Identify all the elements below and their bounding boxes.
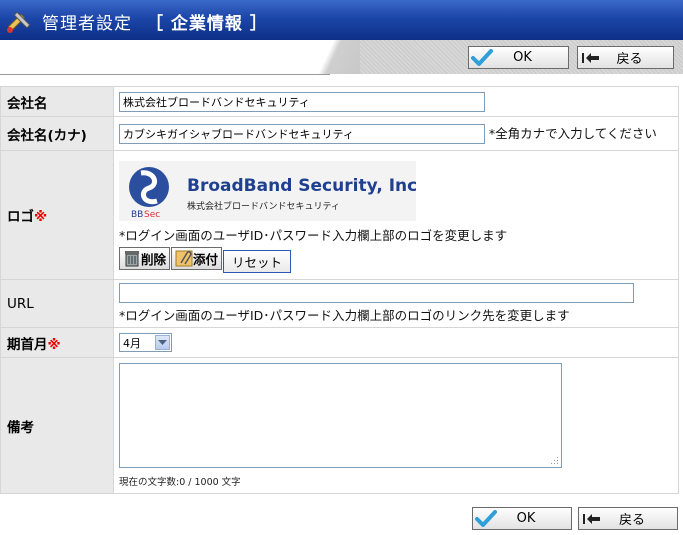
footer-back-button[interactable]: 戻る <box>578 507 678 530</box>
row-company-kana: 会社名(カナ) *全角カナで入力してください <box>0 116 679 151</box>
back-button[interactable]: 戻る <box>577 46 674 69</box>
svg-text:Sec: Sec <box>144 210 160 220</box>
url-input[interactable] <box>119 283 634 303</box>
remarks-label: 備考 <box>0 357 114 494</box>
fiscal-month-label: 期首月 <box>7 336 48 353</box>
logo-short-text: BB <box>131 210 143 220</box>
toolbar-divider <box>300 40 360 74</box>
toolbar: OK 戻る <box>0 40 683 75</box>
toolbar-tab <box>0 40 330 75</box>
company-kana-label: 会社名(カナ) <box>0 116 114 151</box>
url-label: URL <box>0 279 114 328</box>
logo-reset-button[interactable]: リセット <box>223 250 292 274</box>
logo-label: ロゴ <box>7 209 34 225</box>
title-bar: 管理者設定 ［ 企業情報 ］ <box>0 0 683 40</box>
ok-button[interactable]: OK <box>468 46 569 69</box>
tools-icon <box>7 12 30 33</box>
logo-brand-text: BroadBand Security, Inc. <box>187 176 416 196</box>
row-logo: ロゴ※ BB Sec BroadBand Security, Inc. 株式会社… <box>0 150 679 280</box>
resize-grip-icon[interactable] <box>550 456 559 465</box>
check-icon <box>473 508 499 529</box>
footer-ok-button[interactable]: OK <box>472 507 572 530</box>
row-url: URL *ログイン画面のユーザID･パスワード入力欄上部のロゴのリンク先を変更し… <box>0 279 679 328</box>
page-title: 管理者設定 <box>42 14 132 34</box>
check-icon <box>469 47 495 68</box>
logo-attach-button[interactable]: 添付 <box>171 246 223 270</box>
remarks-textarea[interactable] <box>119 363 562 468</box>
required-mark-month: ※ <box>47 336 61 353</box>
logo-note: *ログイン画面のユーザID･パスワード入力欄上部のロゴを変更します <box>119 227 508 243</box>
section-title: ［ 企業情報 ］ <box>146 14 268 34</box>
char-counter: 現在の文字数:0 / 1000 文字 <box>119 477 241 488</box>
required-mark: ※ <box>34 209 48 225</box>
url-note: *ログイン画面のユーザID･パスワード入力欄上部のロゴのリンク先を変更します <box>119 308 570 323</box>
chevron-down-icon <box>155 335 170 350</box>
trash-icon <box>125 251 139 267</box>
back-arrow-icon <box>579 508 605 529</box>
row-remarks: 備考 現在の文字数:0 / 1000 文字 <box>0 357 679 494</box>
row-company-name: 会社名 <box>0 86 679 117</box>
logo-delete-button[interactable]: 削除 <box>119 246 171 270</box>
company-kana-input[interactable] <box>119 124 485 145</box>
row-fiscal-month: 期首月※ 4月 <box>0 327 679 358</box>
company-name-label: 会社名 <box>0 86 114 117</box>
fiscal-month-select[interactable]: 4月 <box>119 333 172 352</box>
back-arrow-icon <box>578 47 604 68</box>
logo-brand-sub: 株式会社ブロードバンドセキュリティ <box>187 200 340 212</box>
company-name-input[interactable] <box>119 91 485 112</box>
paperclip-icon <box>175 250 193 267</box>
logo-preview: BB Sec BroadBand Security, Inc. 株式会社ブロード… <box>119 160 424 221</box>
company-logo: BB Sec BroadBand Security, Inc. 株式会社ブロード… <box>129 166 424 220</box>
company-form: 会社名 会社名(カナ) *全角カナで入力してください ロゴ※ BB Sec Br… <box>0 86 679 494</box>
kana-hint: *全角カナで入力してください <box>488 125 657 141</box>
